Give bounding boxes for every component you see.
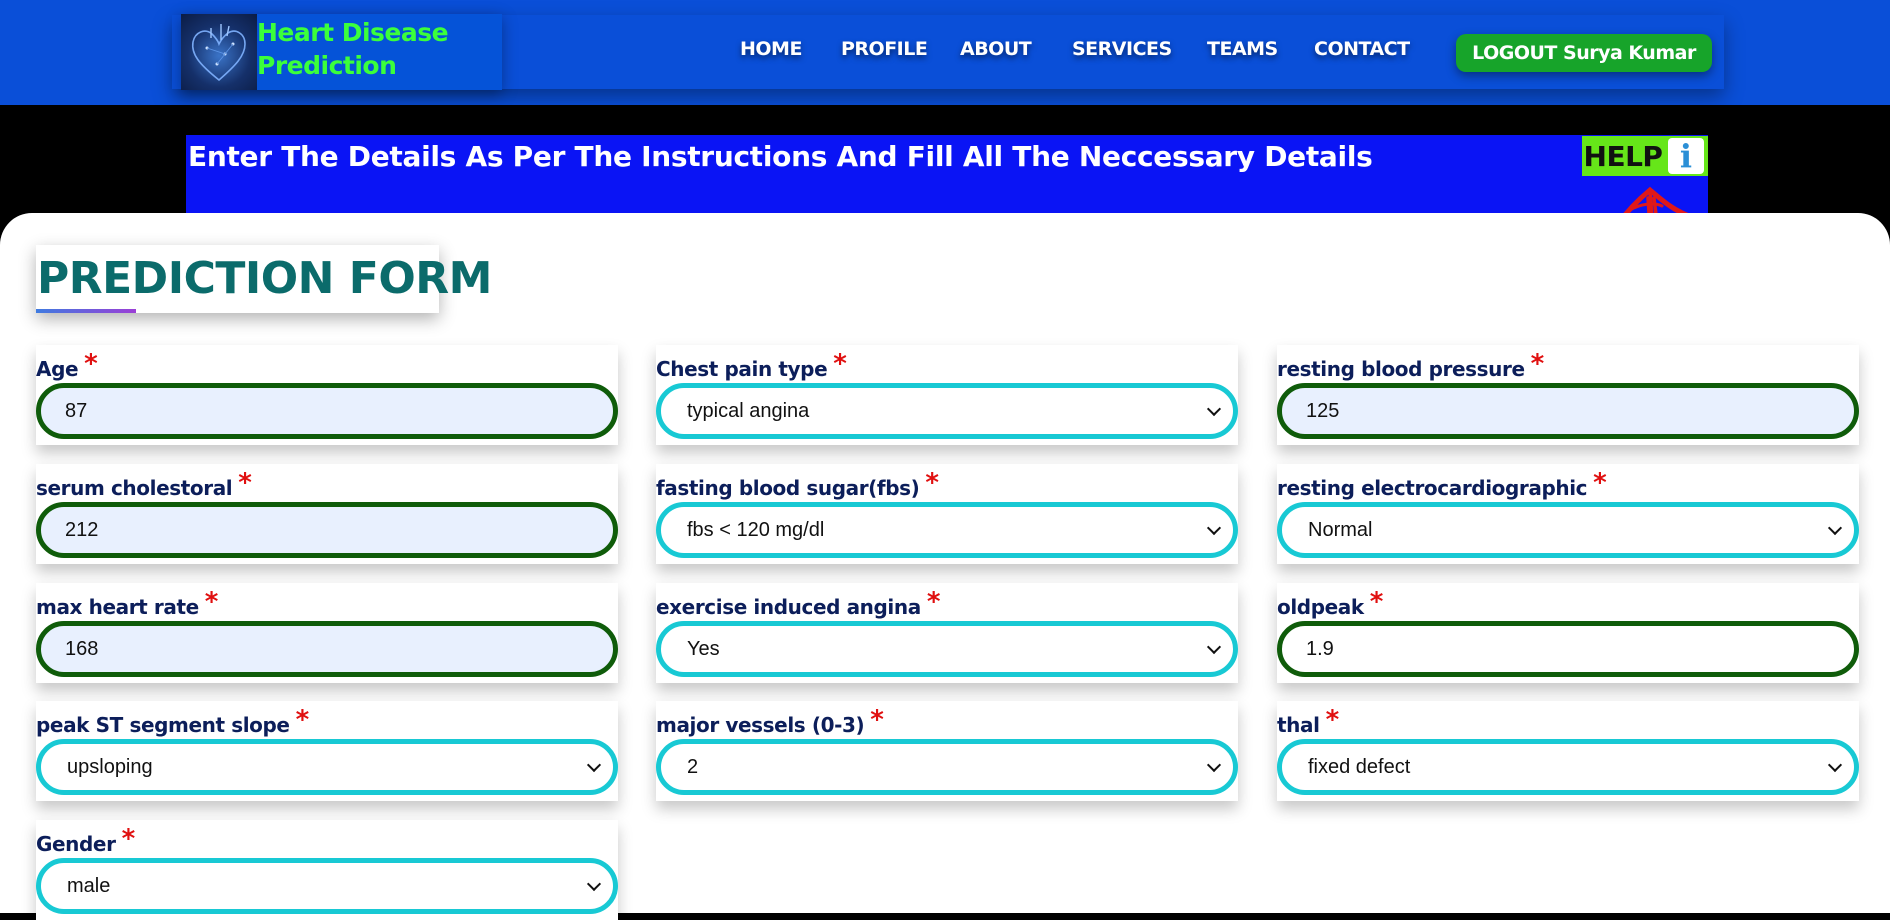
- brand-title: Heart Disease Prediction: [257, 18, 449, 80]
- thal-label: thal *: [1277, 705, 1339, 737]
- max-hr-input[interactable]: 168: [36, 621, 618, 677]
- chevron-down-icon: [1827, 757, 1843, 773]
- nav-services[interactable]: SERVICES: [1072, 38, 1172, 60]
- resting-bp-input[interactable]: 125: [1277, 383, 1859, 439]
- nav-profile[interactable]: PROFILE: [841, 38, 928, 60]
- brand[interactable]: Heart Disease Prediction: [181, 14, 502, 90]
- oldpeak-field-group: oldpeak * 1.9: [1277, 583, 1859, 683]
- max-hr-field-group: max heart rate * 168: [36, 583, 618, 683]
- nav-about[interactable]: ABOUT: [960, 38, 1032, 60]
- vessels-select[interactable]: 2: [656, 739, 1238, 795]
- resting-bp-label: resting blood pressure *: [1277, 349, 1544, 381]
- title-underline: [36, 309, 136, 313]
- oldpeak-label: oldpeak *: [1277, 587, 1383, 619]
- instruction-banner: Enter The Details As Per The Instruction…: [186, 135, 1708, 215]
- info-icon: i: [1664, 136, 1708, 176]
- exang-field-group: exercise induced angina * Yes: [656, 583, 1238, 683]
- cholesterol-input[interactable]: 212: [36, 502, 618, 558]
- chevron-down-icon: [1206, 401, 1222, 417]
- chest-pain-select[interactable]: typical angina: [656, 383, 1238, 439]
- page-title: PREDICTION FORM: [37, 253, 492, 304]
- restecg-label: resting electrocardiographic *: [1277, 468, 1607, 500]
- chest-pain-field-group: Chest pain type * typical angina: [656, 345, 1238, 445]
- slope-field-group: peak ST segment slope * upsloping: [36, 701, 618, 801]
- chevron-down-icon: [586, 757, 602, 773]
- thal-field-group: thal * fixed defect: [1277, 701, 1859, 801]
- form-title-card: PREDICTION FORM: [36, 245, 492, 313]
- slope-select[interactable]: upsloping: [36, 739, 618, 795]
- cholesterol-label: serum cholestoral *: [36, 468, 252, 500]
- restecg-field-group: resting electrocardiographic * Normal: [1277, 464, 1859, 564]
- help-label: HELP: [1582, 136, 1664, 176]
- fbs-field-group: fasting blood sugar(fbs) * fbs < 120 mg/d…: [656, 464, 1238, 564]
- chevron-down-icon: [1206, 757, 1222, 773]
- nav-teams[interactable]: TEAMS: [1207, 38, 1278, 60]
- age-input[interactable]: 87: [36, 383, 618, 439]
- gender-field-group: Gender * male: [36, 820, 618, 920]
- chevron-down-icon: [1206, 639, 1222, 655]
- fbs-select[interactable]: fbs < 120 mg/dl: [656, 502, 1238, 558]
- vessels-field-group: major vessels (0-3) * 2: [656, 701, 1238, 801]
- oldpeak-input[interactable]: 1.9: [1277, 621, 1859, 677]
- restecg-select[interactable]: Normal: [1277, 502, 1859, 558]
- slope-label: peak ST segment slope *: [36, 705, 309, 737]
- help-button[interactable]: HELP i: [1582, 136, 1708, 176]
- chevron-down-icon: [1206, 520, 1222, 536]
- instruction-text: Enter The Details As Per The Instruction…: [188, 140, 1373, 173]
- vessels-label: major vessels (0-3) *: [656, 705, 884, 737]
- chevron-down-icon: [1827, 520, 1843, 536]
- nav-home[interactable]: HOME: [740, 38, 802, 60]
- nav-contact[interactable]: CONTACT: [1314, 38, 1410, 60]
- max-hr-label: max heart rate *: [36, 587, 218, 619]
- age-field-group: Age * 87: [36, 345, 618, 445]
- resting-bp-field-group: resting blood pressure * 125: [1277, 345, 1859, 445]
- logout-button[interactable]: LOGOUT Surya Kumar: [1456, 34, 1712, 72]
- cholesterol-field-group: serum cholestoral * 212: [36, 464, 618, 564]
- heart-logo-icon: [181, 14, 257, 90]
- exang-select[interactable]: Yes: [656, 621, 1238, 677]
- gender-label: Gender *: [36, 824, 135, 856]
- thal-select[interactable]: fixed defect: [1277, 739, 1859, 795]
- chest-pain-label: Chest pain type *: [656, 349, 847, 381]
- gender-select[interactable]: male: [36, 858, 618, 914]
- age-label: Age *: [36, 349, 98, 381]
- fbs-label: fasting blood sugar(fbs) *: [656, 468, 939, 500]
- chevron-down-icon: [586, 876, 602, 892]
- exang-label: exercise induced angina *: [656, 587, 941, 619]
